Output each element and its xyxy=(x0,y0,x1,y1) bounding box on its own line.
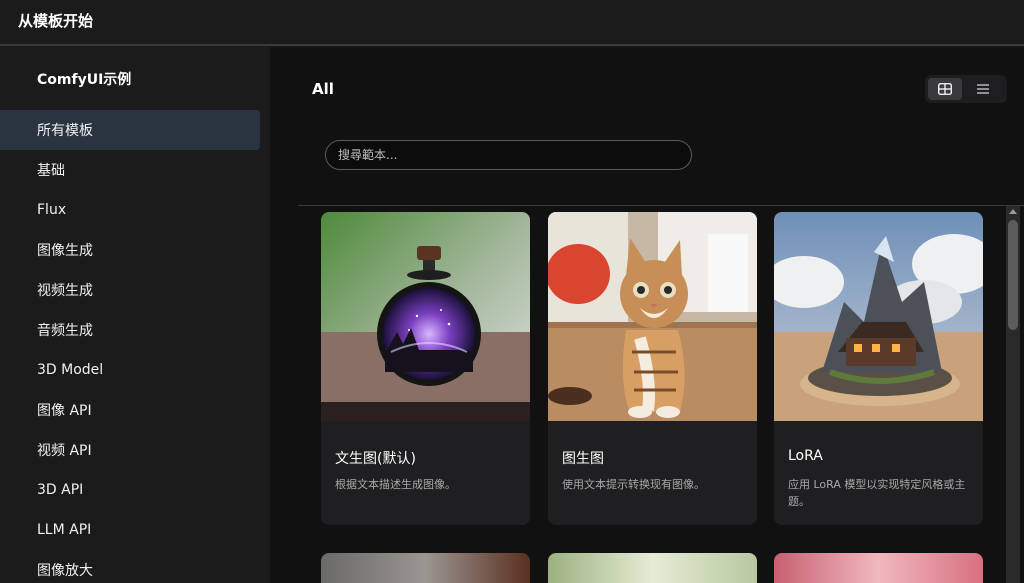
sidebar-item-3d-api[interactable]: 3D API xyxy=(0,470,260,510)
cat-image xyxy=(548,212,757,421)
window-titlebar: 从模板开始 xyxy=(0,0,1024,46)
template-card-lora[interactable]: LoRA 应用 LoRA 模型以实现特定风格或主题。 xyxy=(774,212,983,525)
main-panel: All 搜尋範本... 文生图(默认) 根据文本描述生成图像。 图生图 使用文本… xyxy=(270,47,1024,583)
sidebar-item-video-api[interactable]: 视频 API xyxy=(0,430,260,470)
template-card-image-to-image[interactable]: 图生图 使用文本提示转换现有图像。 xyxy=(548,212,757,525)
template-card-peek[interactable] xyxy=(321,553,530,583)
card-title: 文生图(默认) xyxy=(335,451,416,467)
sidebar-brand: ComfyUI示例 xyxy=(37,72,132,88)
template-card-peek[interactable] xyxy=(548,553,757,583)
card-description: 应用 LoRA 模型以实现特定风格或主题。 xyxy=(788,478,966,508)
sidebar-item-3d-model[interactable]: 3D Model xyxy=(0,350,260,390)
fantasy-house-image xyxy=(774,212,983,421)
sidebar-nav: 所有模板 基础 Flux 图像生成 视频生成 音频生成 3D Model 图像 … xyxy=(0,110,260,583)
list-view-button[interactable] xyxy=(966,78,1000,100)
sidebar-item-image-generation[interactable]: 图像生成 xyxy=(0,230,260,270)
sidebar: ComfyUI示例 所有模板 基础 Flux 图像生成 视频生成 音频生成 3D… xyxy=(0,47,270,583)
list-icon xyxy=(977,84,989,94)
sidebar-item-video-generation[interactable]: 视频生成 xyxy=(0,270,260,310)
sidebar-item-image-api[interactable]: 图像 API xyxy=(0,390,260,430)
grid-icon xyxy=(938,83,952,95)
card-description: 使用文本提示转换现有图像。 xyxy=(562,478,705,491)
page-title: All xyxy=(312,80,334,98)
starry-bottle-image xyxy=(321,212,530,421)
card-description: 根据文本描述生成图像。 xyxy=(335,478,456,491)
scroll-up-arrow-icon[interactable] xyxy=(1009,209,1017,214)
section-divider xyxy=(298,205,1024,206)
scrollbar[interactable] xyxy=(1006,206,1020,583)
template-card-peek[interactable] xyxy=(774,553,983,583)
card-title: 图生图 xyxy=(562,451,604,467)
sidebar-item-audio-generation[interactable]: 音频生成 xyxy=(0,310,260,350)
template-card-text-to-image[interactable]: 文生图(默认) 根据文本描述生成图像。 xyxy=(321,212,530,525)
card-title: LoRA xyxy=(788,448,823,464)
sidebar-item-basics[interactable]: 基础 xyxy=(0,150,260,190)
window-title: 从模板开始 xyxy=(18,12,94,30)
template-search-input[interactable] xyxy=(325,140,692,170)
sidebar-item-image-upscale[interactable]: 图像放大 xyxy=(0,550,260,583)
sidebar-item-llm-api[interactable]: LLM API xyxy=(0,510,260,550)
grid-view-button[interactable] xyxy=(928,78,962,100)
scrollbar-thumb[interactable] xyxy=(1008,220,1018,330)
sidebar-item-all-templates[interactable]: 所有模板 xyxy=(0,110,260,150)
sidebar-item-flux[interactable]: Flux xyxy=(0,190,260,230)
view-toggle xyxy=(925,75,1007,103)
